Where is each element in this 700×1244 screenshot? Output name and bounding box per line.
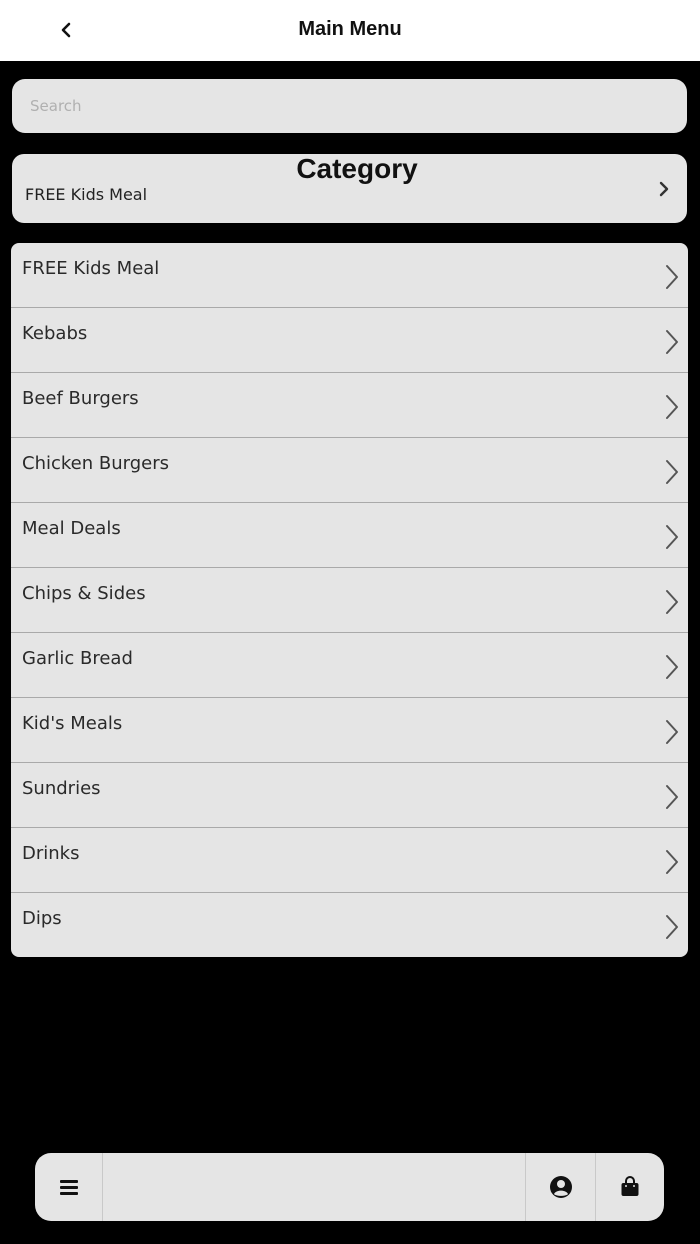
chevron-right-icon <box>666 915 678 939</box>
app-screen: Main Menu Category FREE Kids Meal FREE K… <box>0 0 700 1244</box>
menu-list-item[interactable]: Kebabs <box>11 308 688 373</box>
menu-item-label: Kid's Meals <box>22 713 123 734</box>
menu-item-label: Sundries <box>22 778 101 799</box>
chevron-right-icon <box>659 181 669 197</box>
chevron-right-icon <box>666 395 678 419</box>
menu-list-item[interactable]: Kid's Meals <box>11 698 688 763</box>
chevron-right-icon <box>666 525 678 549</box>
chevron-right-icon <box>666 460 678 484</box>
account-button[interactable] <box>526 1153 596 1221</box>
chevron-right-icon <box>666 655 678 679</box>
bottom-bar-spacer <box>103 1153 526 1221</box>
menu-list-item[interactable]: Dips <box>11 893 688 957</box>
menu-item-label: Chicken Burgers <box>22 453 169 474</box>
menu-list-item[interactable]: Chicken Burgers <box>11 438 688 503</box>
search-bar <box>12 79 687 133</box>
menu-list-item[interactable]: Drinks <box>11 828 688 893</box>
category-selector[interactable]: Category FREE Kids Meal <box>12 154 687 223</box>
bottom-nav-bar <box>35 1153 664 1221</box>
hamburger-menu-icon <box>59 1180 78 1195</box>
cart-button[interactable] <box>596 1153 664 1221</box>
category-title: Category <box>296 153 418 184</box>
user-circle-icon <box>549 1176 572 1198</box>
menu-list-item[interactable]: Sundries <box>11 763 688 828</box>
menu-item-label: Garlic Bread <box>22 648 133 669</box>
category-selected-value: FREE Kids Meal <box>25 185 148 204</box>
search-input[interactable] <box>12 79 687 133</box>
menu-item-label: Beef Burgers <box>22 388 139 409</box>
menu-item-label: Dips <box>22 908 62 929</box>
chevron-right-icon <box>666 850 678 874</box>
menu-list-item[interactable]: Beef Burgers <box>11 373 688 438</box>
menu-list-item[interactable]: FREE Kids Meal <box>11 243 688 308</box>
menu-item-label: Chips & Sides <box>22 583 146 604</box>
menu-list-item[interactable]: Chips & Sides <box>11 568 688 633</box>
chevron-right-icon <box>666 720 678 744</box>
page-title: Main Menu <box>298 18 402 40</box>
menu-button[interactable] <box>35 1153 103 1221</box>
chevron-right-icon <box>666 590 678 614</box>
menu-item-label: Drinks <box>22 843 80 864</box>
menu-item-label: FREE Kids Meal <box>22 258 160 279</box>
menu-list-item[interactable]: Garlic Bread <box>11 633 688 698</box>
shopping-bag-icon <box>621 1176 639 1196</box>
menu-category-list: FREE Kids Meal Kebabs Beef Burgers Chicken … <box>11 243 688 957</box>
chevron-right-icon <box>666 785 678 809</box>
menu-item-label: Meal Deals <box>22 518 121 539</box>
chevron-right-icon <box>666 330 678 354</box>
chevron-right-icon <box>666 265 678 289</box>
menu-list-item[interactable]: Meal Deals <box>11 503 688 568</box>
menu-item-label: Kebabs <box>22 323 88 344</box>
top-bar: Main Menu <box>0 0 700 61</box>
